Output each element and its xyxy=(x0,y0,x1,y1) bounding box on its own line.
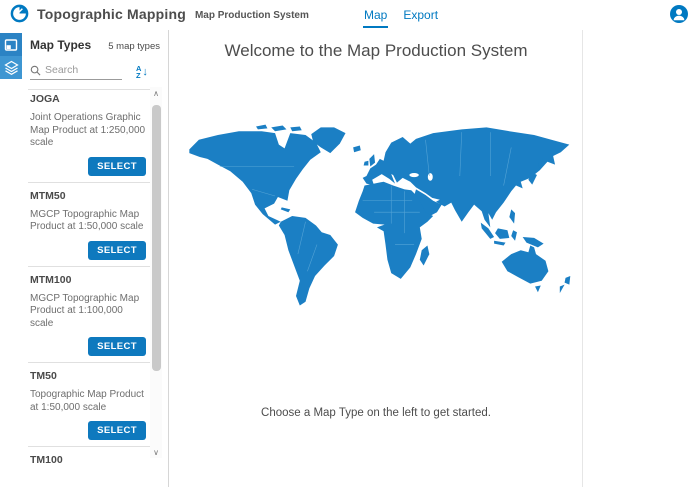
app-header: Topographic Mapping Map Production Syste… xyxy=(0,0,699,30)
map-type-list: JOGA Joint Operations Graphic Map Produc… xyxy=(22,86,156,487)
scrollbar-track[interactable] xyxy=(150,99,162,446)
user-icon[interactable] xyxy=(670,5,688,23)
list-item-joga: JOGA Joint Operations Graphic Map Produc… xyxy=(22,86,156,182)
app-body: Map Types 5 map types AZ ↓ JOGA xyxy=(0,30,699,487)
layers-icon[interactable] xyxy=(0,56,22,79)
map-tool-icon[interactable] xyxy=(0,33,22,56)
select-button[interactable]: SELECT xyxy=(88,157,146,176)
tab-export[interactable]: Export xyxy=(402,0,439,28)
map-type-count: 5 map types xyxy=(108,41,160,52)
map-type-description: Topographic Map Product at 1:50,000 scal… xyxy=(30,389,146,414)
search-box[interactable] xyxy=(30,64,122,80)
tool-strip xyxy=(0,30,22,487)
tab-map[interactable]: Map xyxy=(363,0,388,28)
nav-tabs: Map Export xyxy=(363,0,439,30)
scrollbar-thumb[interactable] xyxy=(152,105,161,371)
search-row: AZ ↓ xyxy=(30,64,160,80)
panel-header: Map Types 5 map types xyxy=(22,30,168,52)
app-subtitle: Map Production System xyxy=(195,7,309,21)
list-item-tm100: TM100 xyxy=(22,447,156,473)
scroll-up-icon[interactable]: ∧ xyxy=(150,87,162,99)
search-icon xyxy=(30,65,41,76)
world-map-image xyxy=(176,116,576,316)
sidebar-scrollbar[interactable]: ∧ ∨ xyxy=(150,87,162,458)
instruction-text: Choose a Map Type on the left to get sta… xyxy=(170,407,582,419)
map-type-name: JOGA xyxy=(30,93,148,105)
map-type-description: MGCP Topographic Map Product at 1:100,00… xyxy=(30,293,146,331)
main-area: Welcome to the Map Production System xyxy=(170,30,699,487)
app-title: Topographic Mapping xyxy=(37,6,186,22)
scroll-down-icon[interactable]: ∨ xyxy=(150,446,162,458)
brand: Topographic Mapping Map Production Syste… xyxy=(10,4,309,23)
map-type-name: MTM100 xyxy=(30,274,148,286)
list-item-mtm100: MTM100 MGCP Topographic Map Product at 1… xyxy=(22,267,156,363)
select-button[interactable]: SELECT xyxy=(88,337,146,356)
select-button[interactable]: SELECT xyxy=(88,421,146,440)
map-type-name: TM50 xyxy=(30,370,148,382)
list-item-mtm50: MTM50 MGCP Topographic Map Product at 1:… xyxy=(22,183,156,266)
map-type-name: MTM50 xyxy=(30,190,148,202)
sort-az-icon[interactable]: AZ ↓ xyxy=(136,65,148,79)
tool-block xyxy=(0,33,22,79)
list-item-tm50: TM50 Topographic Map Product at 1:50,000… xyxy=(22,363,156,446)
map-types-panel: Map Types 5 map types AZ ↓ JOGA xyxy=(22,30,169,487)
welcome-panel: Welcome to the Map Production System xyxy=(170,30,583,487)
panel-title: Map Types xyxy=(30,38,91,52)
map-type-name: TM100 xyxy=(30,454,148,466)
search-input[interactable] xyxy=(45,64,119,76)
map-type-description: Joint Operations Graphic Map Product at … xyxy=(30,112,146,150)
globe-icon xyxy=(10,4,29,23)
select-button[interactable]: SELECT xyxy=(88,241,146,260)
welcome-title: Welcome to the Map Production System xyxy=(170,41,582,61)
map-type-description: MGCP Topographic Map Product at 1:50,000… xyxy=(30,209,146,234)
